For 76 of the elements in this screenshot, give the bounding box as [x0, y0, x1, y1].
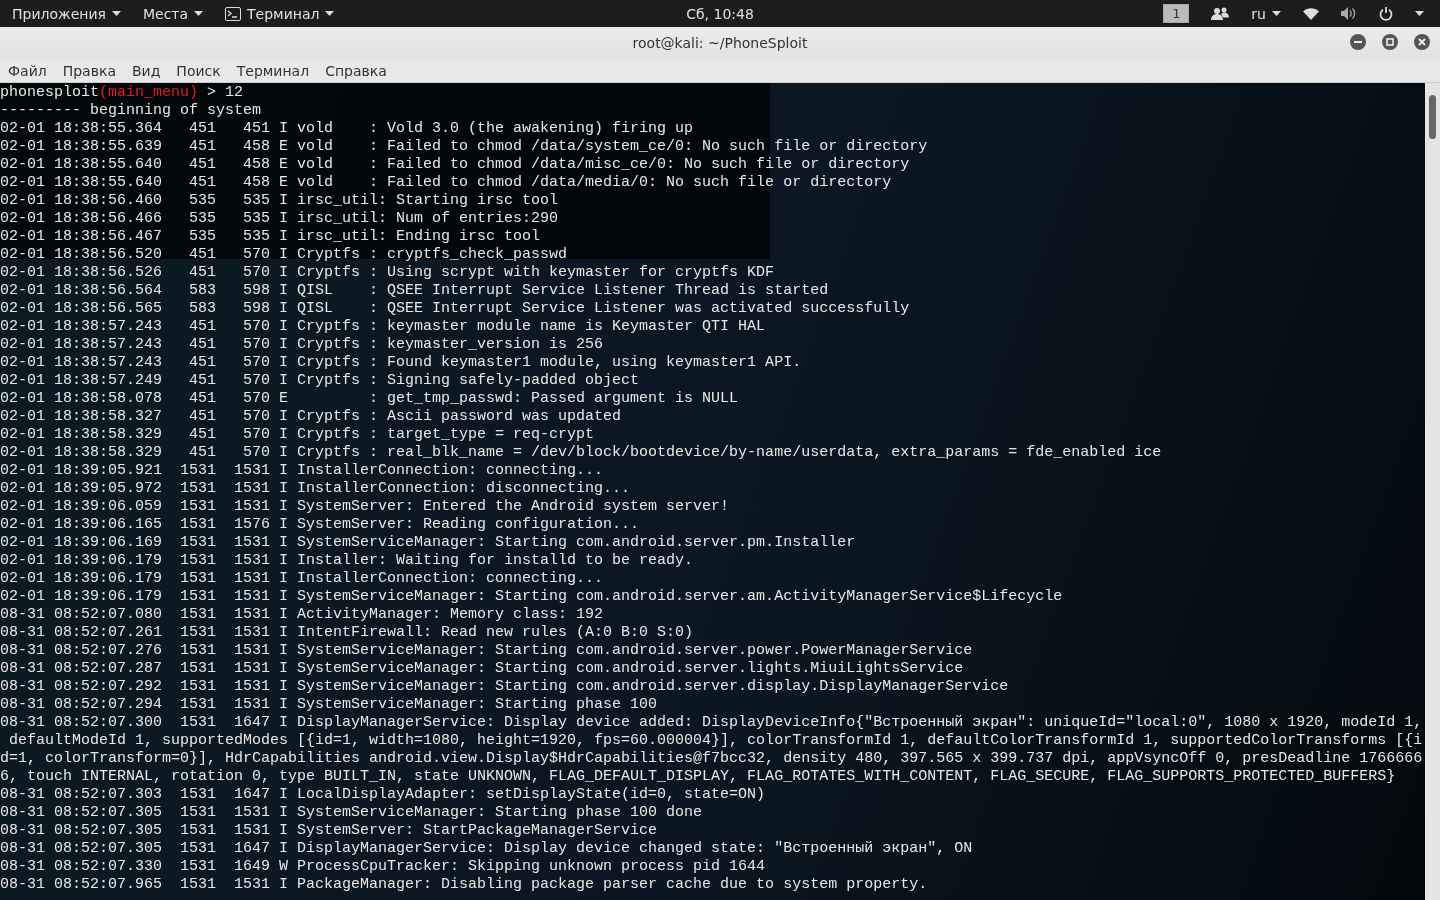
log-line: 6, touch INTERNAL, rotation 0, type BUILT_IN, state UNKNOWN, FLAG_DEFAULT_DISPLAY, FLAG_ROTATES_WITH_CONTENT, FLAG_SECURE, FLAG_SUPPORTS_PROTECTED_BUFFERS}	[0, 768, 1396, 786]
log-line: 02-01 18:38:57.243 451 570 I Cryptfs : Found keymaster1 module, using keymaster1 API.	[0, 354, 802, 372]
log-line: 02-01 18:39:06.059 1531 1531 I SystemServer: Entered the Android system server!	[0, 498, 730, 516]
log-line: --------- beginning of system	[0, 102, 262, 120]
log-line: 02-01 18:38:58.329 451 570 I Cryptfs : target_type = req-crypt	[0, 426, 595, 444]
log-line: 08-31 08:52:07.305 1531 1531 I SystemServer: StartPackageManagerService	[0, 822, 658, 840]
log-line: 02-01 18:38:57.243 451 570 I Cryptfs : keymaster_version is 256	[0, 336, 604, 354]
log-line: 02-01 18:39:05.921 1531 1531 I InstallerConnection: connecting...	[0, 462, 604, 480]
log-line: 02-01 18:38:57.243 451 570 I Cryptfs : keymaster module name is Keymaster QTI HAL	[0, 318, 766, 336]
caret-icon	[1272, 11, 1281, 16]
log-line: 02-01 18:39:06.179 1531 1531 I Installer: Waiting for installd to be ready.	[0, 552, 694, 570]
log-line: 08-31 08:52:07.305 1531 1531 I SystemServiceManager: Starting phase 100 done	[0, 804, 703, 822]
log-line: 08-31 08:52:07.276 1531 1531 I SystemServiceManager: Starting com.android.server.power.PowerManagerService	[0, 642, 973, 660]
maximize-button[interactable]	[1382, 34, 1398, 50]
caret-icon	[111, 11, 121, 16]
log-line: 02-01 18:39:05.972 1531 1531 I InstallerConnection: disconnecting...	[0, 480, 631, 498]
log-line: 02-01 18:38:56.460 535 535 I irsc_util: Starting irsc tool	[0, 192, 559, 210]
prompt-line: phonesploit(main_menu) > 12	[0, 84, 244, 102]
log-line: 08-31 08:52:07.287 1531 1531 I SystemServiceManager: Starting com.android.server.lights.MiuiLightsService	[0, 660, 964, 678]
log-line: 08-31 08:52:07.080 1531 1531 I ActivityManager: Memory class: 192	[0, 606, 604, 624]
caret-icon	[325, 11, 335, 16]
clock[interactable]: Сб, 10:48	[686, 5, 754, 22]
log-line: 08-31 08:52:07.330 1531 1649 W ProcessCpuTracker: Skipping unknown process pid 1644	[0, 858, 766, 876]
menu-item[interactable]: Поиск	[176, 62, 221, 79]
log-line: 02-01 18:38:58.078 451 570 E : get_tmp_passwd: Passed argument is NULL	[0, 390, 739, 408]
menu-item[interactable]: Справка	[325, 62, 387, 79]
top-menu[interactable]: Места	[142, 5, 204, 22]
log-line: 02-01 18:38:56.564 583 598 I QISL : QSEE Interrupt Service Listener Thread is started	[0, 282, 829, 300]
volume-icon[interactable]	[1341, 7, 1357, 20]
log-line: 08-31 08:52:07.261 1531 1531 I IntentFirewall: Read new rules (A:0 B:0 S:0)	[0, 624, 694, 642]
log-line: 02-01 18:38:55.364 451 451 I vold : Vold 3.0 (the awakening) firing up	[0, 120, 694, 138]
log-line: 08-31 08:52:07.305 1531 1647 I DisplayManagerService: Display device changed state: "Встроенный экран", ON	[0, 840, 973, 858]
menu-item[interactable]: Правка	[62, 62, 116, 79]
log-line: 08-31 08:52:07.303 1531 1647 I LocalDisplayAdapter: setDisplayState(id=0, state=ON)	[0, 786, 766, 804]
window-title: root@kali: ~/PhoneSploit	[632, 35, 808, 51]
log-line: 02-01 18:38:56.467 535 535 I irsc_util: Ending irsc tool	[0, 228, 541, 246]
log-line: 02-01 18:38:55.640 451 458 E vold : Failed to chmod /data/media/0: No such file or directory	[0, 174, 892, 192]
log-line: 02-01 18:38:55.640 451 458 E vold : Failed to chmod /data/misc_ce/0: No such file or directory	[0, 156, 910, 174]
menu-item[interactable]: Терминал	[236, 62, 310, 79]
log-line: 02-01 18:39:06.179 1531 1531 I InstallerConnection: connecting...	[0, 570, 604, 588]
log-line: 02-01 18:39:06.169 1531 1531 I SystemServiceManager: Starting com.android.server.pm.Installer	[0, 534, 856, 552]
minimize-icon	[1354, 41, 1362, 43]
log-line: 02-01 18:38:56.466 535 535 I irsc_util: Num of entries:290	[0, 210, 559, 228]
power-icon[interactable]	[1379, 6, 1393, 21]
people-icon[interactable]	[1211, 7, 1230, 20]
log-line: 02-01 18:38:58.329 451 570 I Cryptfs : real_blk_name = /dev/block/bootdevice/by-name/userdata, extra_params = fde_enabled ice	[0, 444, 1162, 462]
minimize-button[interactable]	[1350, 34, 1366, 50]
log-line: 08-31 08:52:07.292 1531 1531 I SystemServiceManager: Starting com.android.server.display.DisplayManagerService	[0, 678, 1009, 696]
scrollbar[interactable]	[1425, 83, 1440, 900]
workspace-indicator[interactable]: 1	[1163, 4, 1190, 23]
language-menu[interactable]: ru	[1251, 5, 1281, 22]
close-button[interactable]	[1414, 34, 1430, 50]
log-line: 08-31 08:52:07.965 1531 1531 I PackageManager: Disabling package parser cache due to system property.	[0, 876, 928, 894]
log-line: 02-01 18:39:06.165 1531 1576 I SystemServer: Reading configuration...	[0, 516, 640, 534]
log-line: 02-01 18:38:55.639 451 458 E vold : Failed to chmod /data/system_ce/0: No such file or directory	[0, 138, 928, 156]
log-line: 08-31 08:52:07.300 1531 1647 I DisplayManagerService: Display device added: DisplayDeviceInfo{"Встроенный экран": uniqueId="local:0", 1080 x 1920, modeId 1,	[0, 714, 1423, 732]
log-line: 02-01 18:38:58.327 451 570 I Cryptfs : Ascii password was updated	[0, 408, 622, 426]
log-line: 08-31 08:52:07.294 1531 1531 I SystemServiceManager: Starting phase 100	[0, 696, 658, 714]
terminal-icon	[225, 6, 242, 21]
log-line: d=1, colorTransform=0}], HdrCapabilities android.view.Display$HdrCapabilities@f7bcc32, density 480, 397.565 x 399.737 dpi, appVsyncOff 0, presDeadline 1766666	[0, 750, 1423, 768]
caret-icon[interactable]	[1415, 11, 1424, 16]
log-line: defaultModeId 1, supportedModes [{id=1, width=1080, height=1920, fps=60.000004}], colorTransformId 1, defaultColorTransformId 1, supportedColorTransforms [{i	[8, 732, 1423, 750]
wifi-icon[interactable]	[1303, 7, 1319, 20]
menu-item[interactable]: Файл	[8, 62, 47, 79]
log-line: 02-01 18:38:57.249 451 570 I Cryptfs : Signing safely-padded object	[0, 372, 640, 390]
caret-icon	[194, 11, 204, 16]
log-line: 02-01 18:38:56.526 451 570 I Cryptfs : Using scrypt with keymaster for cryptfs KDF	[0, 264, 775, 282]
scrollbar-thumb[interactable]	[1429, 95, 1436, 139]
top-menu[interactable]: Терминал	[225, 5, 335, 22]
log-line: 02-01 18:38:56.520 451 570 I Cryptfs : cryptfs_check_passwd	[0, 246, 568, 264]
log-line: 02-01 18:39:06.179 1531 1531 I SystemServiceManager: Starting com.android.server.am.ActivityManagerService$Lifecycle	[0, 588, 1063, 606]
maximize-icon	[1386, 38, 1394, 46]
close-icon	[1418, 38, 1426, 46]
top-menu[interactable]: Приложения	[12, 5, 121, 22]
menu-item[interactable]: Вид	[131, 62, 161, 79]
log-line: 02-01 18:38:56.565 583 598 I QISL : QSEE Interrupt Service Listener was activated successfully	[0, 300, 910, 318]
